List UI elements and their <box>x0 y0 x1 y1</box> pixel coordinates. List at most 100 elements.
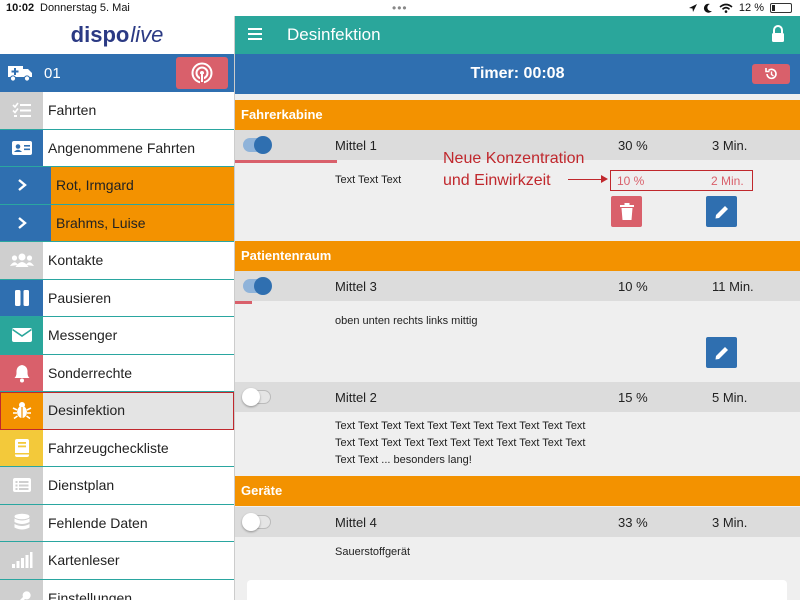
sidebar-item-sonderrechte[interactable]: Sonderrechte <box>0 354 234 392</box>
section-header: Geräte <box>235 476 800 506</box>
pencil-icon <box>715 346 728 359</box>
sidebar-item-label: Rot, Irmgard <box>51 167 234 204</box>
page-title: Desinfektion <box>287 25 381 44</box>
item-concentration: 15 % <box>618 390 648 405</box>
multitask-dots-icon[interactable]: ••• <box>392 1 408 15</box>
item-concentration: 33 % <box>618 515 648 530</box>
sidebar-item-messenger[interactable]: Messenger <box>0 317 234 355</box>
new-values-box: 10 % 2 Min. <box>610 170 753 191</box>
sidebar-item-brahms-luise[interactable]: Brahms, Luise <box>0 204 234 242</box>
sidebar-item-rot-irmgard[interactable]: Rot, Irmgard <box>0 167 234 205</box>
sidebar-item-label: Fahrten <box>48 102 97 119</box>
bottom-card <box>247 580 787 600</box>
item-duration: 11 Min. <box>712 279 754 294</box>
ambulance-icon <box>0 54 40 92</box>
section-header: Patientenraum <box>235 241 800 271</box>
chevron-right-icon <box>0 204 43 241</box>
people-icon <box>0 242 43 279</box>
mittel-3-toggle[interactable] <box>243 277 272 295</box>
trash-icon <box>619 202 634 220</box>
list-item-mittel-2: Mittel 2 15 % 5 Min. <box>235 382 800 412</box>
timer-bar: Timer: 00:08 <box>235 54 800 94</box>
section-header: Fahrerkabine <box>235 100 800 130</box>
history-icon <box>765 68 777 80</box>
sidebar-item-label: Sonderrechte <box>48 364 133 381</box>
book-icon <box>0 429 43 466</box>
sidebar-item-pausieren[interactable]: Pausieren <box>0 279 234 317</box>
sidebar-item-kontakte[interactable]: Kontakte <box>0 242 234 280</box>
sidebar-item-fahrten[interactable]: Fahrten <box>0 92 234 130</box>
sidebar-item-label: Kartenleser <box>48 552 120 569</box>
item-name: Mittel 4 <box>335 515 377 530</box>
sidebar-item-label: Messenger <box>48 327 118 344</box>
checklist-icon <box>0 92 43 129</box>
wifi-icon <box>719 3 733 13</box>
item-duration: 3 Min. <box>712 138 748 153</box>
alarm-button[interactable] <box>176 57 228 89</box>
item-description: oben unten rechts links mittig <box>335 315 478 327</box>
sidebar-item-label: Fehlende Daten <box>48 514 148 531</box>
location-icon <box>688 4 697 12</box>
sidebar-item-label: Fahrzeugcheckliste <box>48 439 169 456</box>
pause-icon <box>0 279 43 316</box>
sidebar-item-einstellungen[interactable]: Einstellungen <box>0 579 234 600</box>
sidebar-item-label: Kontakte <box>48 252 104 269</box>
app-logo: dispo live <box>70 22 164 47</box>
edit-button[interactable] <box>706 337 737 368</box>
edit-button[interactable] <box>706 196 737 227</box>
item-duration: 3 Min. <box>712 515 748 530</box>
bug-icon <box>0 392 43 429</box>
vehicle-number: 01 <box>44 64 61 82</box>
envelope-icon <box>0 317 43 354</box>
broadcast-icon <box>191 62 213 84</box>
sidebar-item-label: Brahms, Luise <box>51 204 234 241</box>
item-name: Mittel 1 <box>335 138 377 153</box>
wrench-icon <box>0 579 43 600</box>
item-duration: 5 Min. <box>712 390 748 405</box>
sidebar: dispo live 01 Fahrten Angenommene Fahrten… <box>0 16 235 600</box>
reset-timer-button[interactable] <box>752 64 790 84</box>
id-card-icon <box>0 129 43 166</box>
sidebar-item-desinfektion[interactable]: Desinfektion <box>0 392 234 430</box>
timer-display: Timer: 00:08 <box>470 65 565 82</box>
mittel-1-toggle[interactable] <box>243 136 272 154</box>
list-item-mittel-4: Mittel 4 33 % 3 Min. <box>235 507 800 537</box>
sidebar-item-fehlende-daten[interactable]: Fehlende Daten <box>0 504 234 542</box>
item-description: Text Text Text <box>335 174 402 186</box>
sidebar-item-dienstplan[interactable]: Dienstplan <box>0 467 234 505</box>
annotation-arrow <box>568 175 608 183</box>
list-item-mittel-3: Mittel 3 10 % 11 Min. <box>235 271 800 301</box>
item-concentration: 10 % <box>618 279 648 294</box>
sidebar-item-label: Einstellungen <box>48 589 133 600</box>
status-date: Donnerstag 5. Mai <box>40 2 130 14</box>
hamburger-menu-icon[interactable] <box>247 26 263 47</box>
mittel-1-progress <box>235 160 337 163</box>
item-concentration: 30 % <box>618 138 648 153</box>
delete-button[interactable] <box>611 196 642 227</box>
item-description: Sauerstoffgerät <box>335 546 411 558</box>
item-description: Text Text Text Text Text Text Text Text … <box>335 420 586 466</box>
mittel-4-toggle[interactable] <box>242 513 271 531</box>
sidebar-item-angenommene-fahrten[interactable]: Angenommene Fahrten <box>0 129 234 167</box>
vehicle-bar: 01 <box>0 54 234 92</box>
list-icon <box>0 467 43 504</box>
mittel-3-progress <box>235 301 252 304</box>
status-bar: 10:02 Donnerstag 5. Mai ••• 12 % <box>0 0 800 16</box>
sidebar-item-label: Pausieren <box>48 289 112 306</box>
mittel-2-toggle[interactable] <box>242 388 271 406</box>
pencil-icon <box>715 205 728 218</box>
sidebar-item-fahrzeugcheckliste[interactable]: Fahrzeugcheckliste <box>0 429 234 467</box>
status-time: 10:02 <box>6 2 35 14</box>
chevron-right-icon <box>0 167 43 204</box>
annotation-text: Neue Konzentration und Einwirkzeit <box>443 150 585 189</box>
new-duration: 2 Min. <box>711 174 744 188</box>
lock-icon[interactable] <box>770 25 786 48</box>
sidebar-item-label: Dienstplan <box>48 477 115 494</box>
sidebar-item-label: Angenommene Fahrten <box>48 139 196 156</box>
sidebar-item-kartenleser[interactable]: Kartenleser <box>0 542 234 580</box>
bell-icon <box>0 354 43 391</box>
moon-icon <box>703 3 712 13</box>
item-name: Mittel 2 <box>335 390 377 405</box>
item-name: Mittel 3 <box>335 279 377 294</box>
signal-bars-icon <box>0 542 43 579</box>
